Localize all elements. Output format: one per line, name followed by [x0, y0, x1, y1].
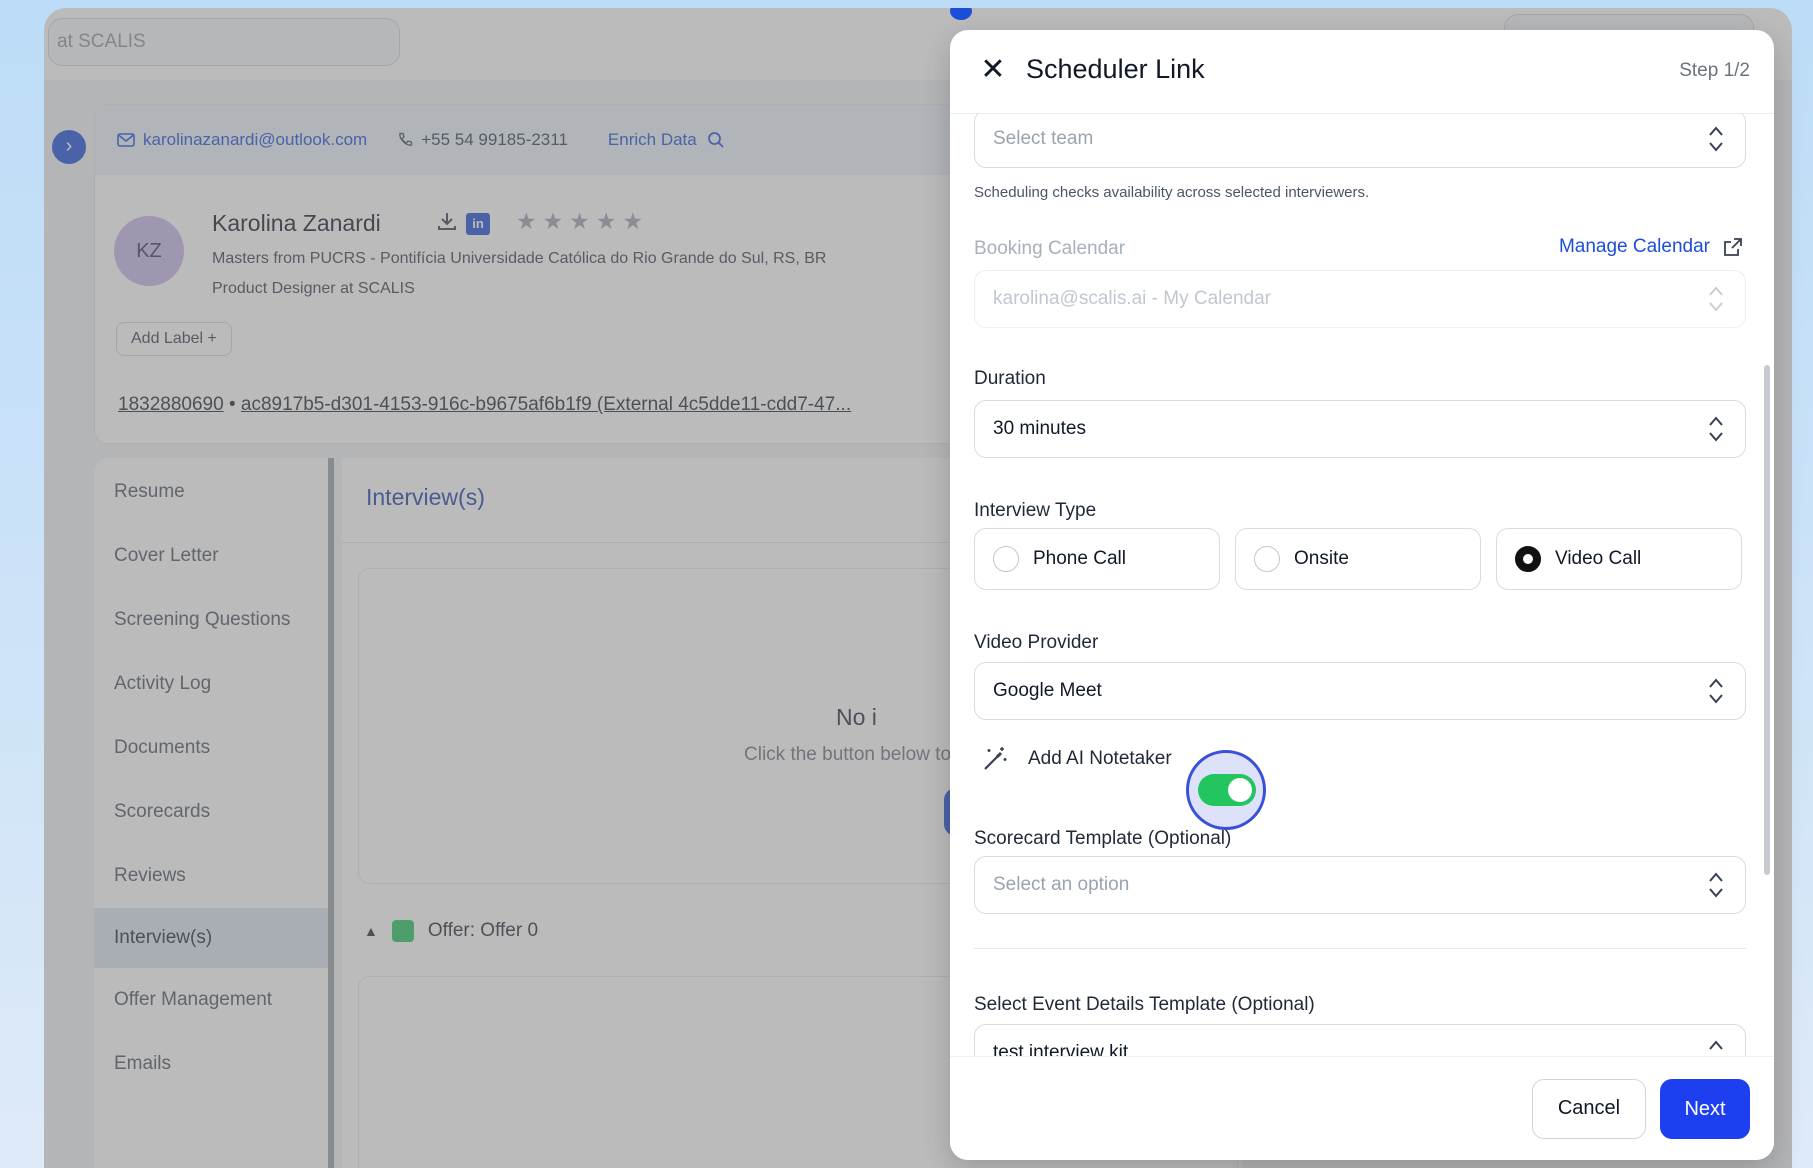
- modal-body[interactable]: Select team Scheduling checks availabili…: [950, 114, 1774, 1056]
- event-details-template-select[interactable]: test interview kit: [974, 1024, 1746, 1056]
- team-select[interactable]: Select team: [974, 114, 1746, 168]
- external-link-icon: [1724, 238, 1742, 256]
- interview-type-video-call[interactable]: Video Call: [1496, 528, 1742, 590]
- phone-call-label: Phone Call: [1033, 548, 1126, 569]
- step-indicator: Step 1/2: [1679, 60, 1750, 81]
- scheduler-link-modal: ✕ Scheduler Link Step 1/2 Select team Sc…: [950, 30, 1774, 1160]
- video-provider-value: Google Meet: [993, 680, 1102, 701]
- chevron-updown-icon: [1709, 678, 1723, 704]
- scorecard-template-select[interactable]: Select an option: [974, 856, 1746, 914]
- magic-wand-icon: [984, 747, 1007, 770]
- modal-footer: Cancel Next: [950, 1056, 1774, 1160]
- chevron-updown-icon: [1709, 286, 1723, 312]
- interview-type-phone-call[interactable]: Phone Call: [974, 528, 1220, 590]
- video-call-label: Video Call: [1555, 548, 1642, 569]
- modal-title: Scheduler Link: [1026, 54, 1205, 84]
- duration-value: 30 minutes: [993, 418, 1086, 439]
- modal-scrollbar[interactable]: [1764, 365, 1770, 875]
- booking-calendar-value: karolina@scalis.ai - My Calendar: [993, 288, 1271, 309]
- section-divider: [974, 948, 1746, 949]
- event-details-template-label: Select Event Details Template (Optional): [974, 994, 1315, 1015]
- radio-phone-call[interactable]: [993, 546, 1019, 572]
- duration-select[interactable]: 30 minutes: [974, 400, 1746, 458]
- radio-video-call[interactable]: [1515, 546, 1541, 572]
- scorecard-template-placeholder: Select an option: [993, 874, 1130, 895]
- team-helper-text: Scheduling checks availability across se…: [974, 184, 1370, 201]
- modal-header: ✕ Scheduler Link Step 1/2: [950, 30, 1774, 114]
- booking-calendar-select: karolina@scalis.ai - My Calendar: [974, 270, 1746, 328]
- manage-calendar-link[interactable]: Manage Calendar: [1559, 236, 1744, 258]
- ai-notetaker-row: Add AI Notetaker: [980, 734, 1172, 784]
- next-button[interactable]: Next: [1660, 1079, 1750, 1139]
- booking-calendar-label: Booking Calendar: [974, 238, 1126, 259]
- chevron-updown-icon: [1709, 872, 1723, 898]
- interview-type-label: Interview Type: [974, 500, 1097, 521]
- radio-onsite[interactable]: [1254, 546, 1280, 572]
- cancel-button[interactable]: Cancel: [1532, 1079, 1646, 1139]
- close-icon[interactable]: ✕: [978, 55, 1008, 86]
- toggle-knob: [1228, 778, 1252, 802]
- duration-label: Duration: [974, 368, 1046, 389]
- team-select-placeholder: Select team: [993, 128, 1094, 149]
- chevron-updown-icon: [1709, 126, 1723, 152]
- ai-notetaker-label: Add AI Notetaker: [1028, 748, 1172, 769]
- video-provider-select[interactable]: Google Meet: [974, 662, 1746, 720]
- chevron-up-icon: [1709, 1040, 1723, 1050]
- manage-calendar-label: Manage Calendar: [1558, 236, 1710, 257]
- scorecard-template-label: Scorecard Template (Optional): [974, 828, 1232, 849]
- event-details-template-value: test interview kit: [993, 1042, 1129, 1056]
- interview-type-onsite[interactable]: Onsite: [1235, 528, 1481, 590]
- onsite-label: Onsite: [1294, 548, 1349, 569]
- ai-notetaker-toggle[interactable]: [1198, 774, 1256, 806]
- chevron-updown-icon: [1709, 416, 1723, 442]
- video-provider-label: Video Provider: [974, 632, 1099, 653]
